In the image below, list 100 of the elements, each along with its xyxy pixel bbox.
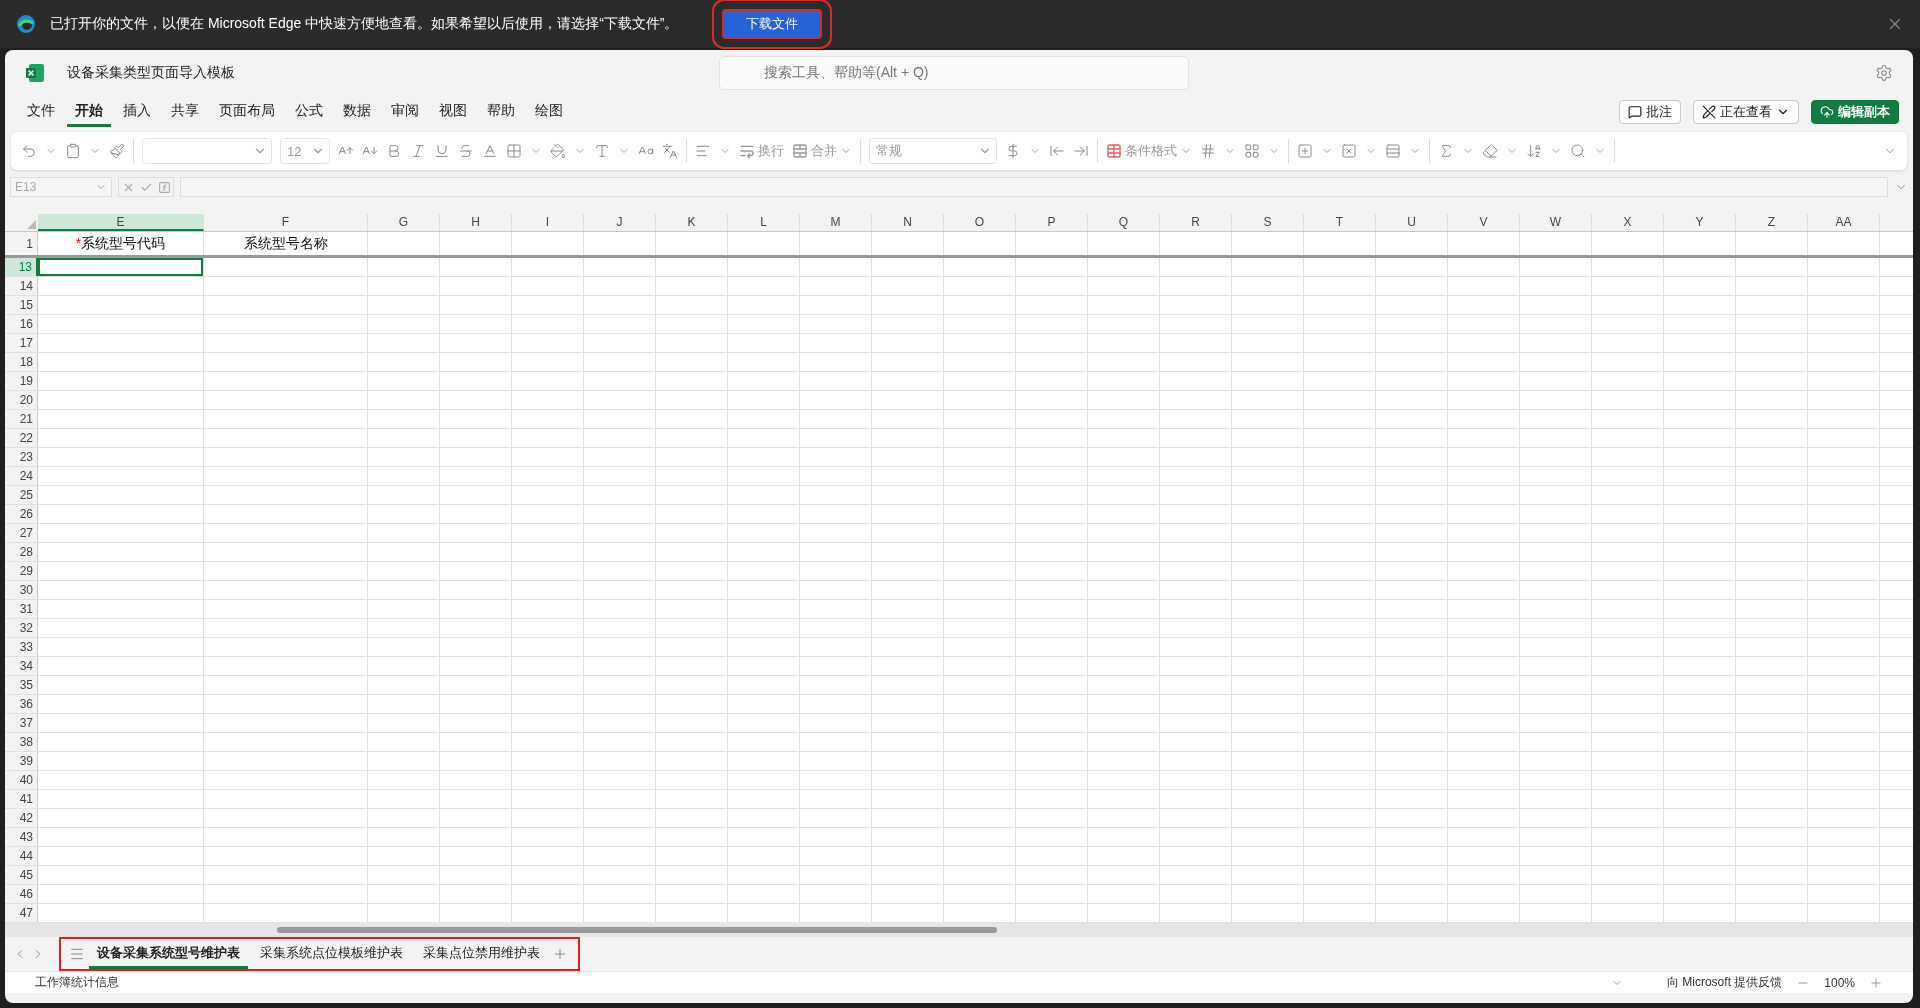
sheet-tab[interactable]: 采集点位禁用维护表 [415,939,548,969]
italic-icon[interactable] [410,143,426,159]
row-header[interactable]: 1 [5,232,38,255]
column-header[interactable]: V [1448,214,1520,231]
feedback-link[interactable]: 向 Microsoft 提供反馈 [1666,974,1783,991]
row-header[interactable]: 43 [5,828,38,846]
strikethrough-icon[interactable] [458,143,474,159]
ribbon-tab[interactable]: 绘图 [527,97,571,127]
ribbon-tab[interactable]: 帮助 [479,97,523,127]
comments-button[interactable]: 批注 [1619,100,1681,124]
row-header[interactable]: 30 [5,581,38,599]
ribbon-tab[interactable]: 页面布局 [211,97,283,127]
column-header[interactable]: H [440,214,512,231]
baseline-icon[interactable] [482,143,498,159]
row-header[interactable]: 13 [5,258,38,276]
row-header[interactable]: 24 [5,467,38,485]
sheet-tab[interactable]: 设备采集系统型号维护表 [89,939,248,969]
search-field[interactable]: 搜索工具、帮助等(Alt + Q) [719,56,1189,90]
column-header[interactable]: U [1376,214,1448,231]
fill-color-icon[interactable] [550,143,566,159]
font-name-dropdown[interactable] [142,138,272,164]
row-header[interactable]: 36 [5,695,38,713]
column-header[interactable]: N [872,214,944,231]
settings-icon[interactable] [1875,64,1893,82]
row-header[interactable]: 32 [5,619,38,637]
search-icon[interactable] [1570,143,1586,159]
row-header[interactable]: 47 [5,904,38,922]
row-header[interactable]: 17 [5,334,38,352]
row-header[interactable]: 26 [5,505,38,523]
row-header[interactable]: 41 [5,790,38,808]
row-header[interactable]: 28 [5,543,38,561]
workbook-stats-text[interactable]: 工作簿统计信息 [35,974,119,991]
ribbon-tab[interactable]: 共享 [163,97,207,127]
column-header[interactable]: F [204,214,368,231]
table-style-icon[interactable] [1244,143,1260,159]
row-header[interactable]: 29 [5,562,38,580]
column-header[interactable]: R [1160,214,1232,231]
column-header[interactable]: L [728,214,800,231]
ribbon-tab[interactable]: 数据 [335,97,379,127]
column-header[interactable]: M [800,214,872,231]
row-header[interactable]: 34 [5,657,38,675]
row-header[interactable]: 14 [5,277,38,295]
row-header[interactable]: 20 [5,391,38,409]
clipboard-icon[interactable] [65,143,81,159]
column-header[interactable]: K [656,214,728,231]
brush-icon[interactable] [109,143,125,159]
ribbon-tab[interactable]: 审阅 [383,97,427,127]
column-header[interactable]: Z [1736,214,1808,231]
eraser-icon[interactable] [1482,143,1498,159]
horizontal-scrollbar[interactable] [5,923,1913,937]
column-header[interactable]: G [368,214,440,231]
format-cells-icon[interactable] [1385,143,1401,159]
underline-icon[interactable] [434,143,450,159]
font-color-icon[interactable] [594,143,610,159]
ribbon-tab[interactable]: 插入 [115,97,159,127]
ribbon-tab[interactable]: 文件 [19,97,63,127]
undo-icon[interactable] [21,143,37,159]
column-header[interactable]: S [1232,214,1304,231]
row-header[interactable]: 45 [5,866,38,884]
column-header[interactable]: AA [1808,214,1880,231]
ribbon-tab[interactable]: 视图 [431,97,475,127]
row-header[interactable]: 25 [5,486,38,504]
row-header[interactable]: 37 [5,714,38,732]
plus-icon[interactable] [1869,975,1883,990]
row-header[interactable]: 19 [5,372,38,390]
column-header[interactable]: J [584,214,656,231]
align-icon[interactable] [695,143,711,159]
row-header[interactable]: 16 [5,315,38,333]
column-header[interactable]: T [1304,214,1376,231]
ribbon-tab[interactable]: 开始 [67,97,111,127]
hash-grid-icon[interactable] [1200,143,1216,159]
column-header[interactable]: P [1016,214,1088,231]
row-header[interactable]: 39 [5,752,38,770]
column-header[interactable]: I [512,214,584,231]
row-header[interactable]: 42 [5,809,38,827]
column-header[interactable]: W [1520,214,1592,231]
row-header[interactable]: 44 [5,847,38,865]
row-header[interactable]: 23 [5,448,38,466]
row-header[interactable]: 15 [5,296,38,314]
sum-icon[interactable] [1438,143,1454,159]
sort-filter-icon[interactable] [1526,143,1542,159]
plus-icon[interactable] [552,946,568,962]
ribbon-tab[interactable]: 公式 [287,97,331,127]
row-header[interactable]: 27 [5,524,38,542]
column-header[interactable]: Q [1088,214,1160,231]
function-icon[interactable] [157,180,171,194]
column-header[interactable]: X [1592,214,1664,231]
formula-input[interactable] [180,177,1888,197]
delete-cells-icon[interactable] [1341,143,1357,159]
column-header[interactable]: O [944,214,1016,231]
edit-copy-button[interactable]: 编辑副本 [1811,100,1899,124]
menu-icon[interactable] [69,946,85,962]
currency-icon[interactable] [1005,143,1021,159]
row-header[interactable]: 46 [5,885,38,903]
row-header[interactable]: 38 [5,733,38,751]
row-header[interactable]: 40 [5,771,38,789]
column-header[interactable]: E [38,214,204,231]
insert-cells-icon[interactable] [1297,143,1313,159]
sheet-tab[interactable]: 采集系统点位模板维护表 [252,939,411,969]
select-all-icon[interactable] [27,220,36,229]
